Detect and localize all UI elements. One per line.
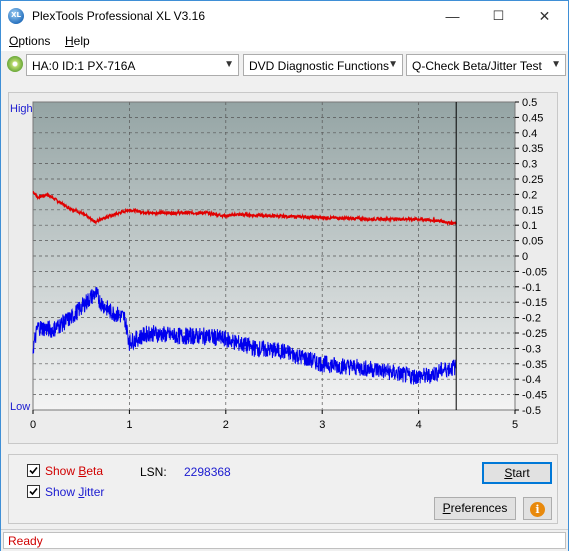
app-icon-text: XL — [11, 11, 21, 19]
x-tick-label: 0 — [30, 419, 36, 431]
plextools-app-icon[interactable]: XL — [8, 8, 24, 24]
y-tick-label: -0.35 — [522, 359, 547, 371]
y-tick-label: 0 — [522, 251, 528, 263]
y-tick-label: -0.5 — [522, 405, 541, 417]
menu-help[interactable]: Help — [65, 34, 90, 48]
y-tick-label: 0.35 — [522, 143, 543, 155]
chart-panel: High Low 0.5 0.45 0.4 0.35 0.3 0.25 0.2 0.15 0.1… — [8, 92, 558, 444]
title-bar[interactable]: XL PlexTools Professional XL V3.16 — ☐ ✕ — [1, 1, 568, 31]
function-select[interactable]: DVD Diagnostic Functions ▼ — [243, 54, 403, 76]
x-ticks: 0 1 2 3 4 5 — [30, 410, 518, 431]
menu-help-rest: elp — [73, 34, 90, 48]
y-tick-label: 0.45 — [522, 112, 543, 124]
status-text: Ready — [8, 534, 43, 548]
x-tick-label: 5 — [512, 419, 518, 431]
y-tick-label: 0.05 — [522, 236, 543, 248]
y-tick-label: -0.4 — [522, 374, 541, 386]
info-button[interactable]: i — [523, 497, 552, 520]
chevron-down-icon: ▼ — [551, 59, 561, 70]
show-jitter-label[interactable]: Show Jitter — [45, 485, 104, 499]
y-ticks: 0.5 0.45 0.4 0.35 0.3 0.25 0.2 0.15 0.1 0.05 0 -0.0… — [515, 97, 547, 417]
menu-options-rest: ptions — [18, 34, 51, 48]
lsn-value: 2298368 — [184, 465, 231, 479]
y-tick-label: -0.3 — [522, 343, 541, 355]
menu-bar: Options Help — [1, 31, 568, 51]
preferences-accel: P — [442, 501, 451, 515]
y-tick-label: -0.15 — [522, 297, 547, 309]
show-beta-checkbox[interactable] — [27, 464, 40, 477]
y-tick-label: 0.4 — [522, 128, 537, 140]
drive-select-value: HA:0 ID:1 PX-716A — [32, 59, 136, 73]
y-tick-label: 0.3 — [522, 159, 537, 171]
show-beta-pre: Show — [45, 464, 79, 478]
checkmark-icon — [29, 487, 38, 496]
y-tick-label: 0.15 — [522, 205, 543, 217]
y-tick-label: 0.2 — [522, 189, 537, 201]
status-bar: Ready — [1, 529, 568, 551]
start-button[interactable]: Start — [482, 462, 552, 484]
menu-help-accel: H — [65, 34, 74, 48]
checkmark-icon — [29, 466, 38, 475]
lsn-label: LSN: — [140, 465, 167, 479]
grid — [32, 101, 516, 411]
start-rest: tart — [512, 466, 530, 480]
show-jitter-checkbox[interactable] — [27, 485, 40, 498]
info-icon: i — [530, 502, 545, 517]
drive-select[interactable]: HA:0 ID:1 PX-716A ▼ — [26, 54, 239, 76]
x-tick-label: 1 — [126, 419, 132, 431]
show-beta-label[interactable]: Show Beta — [45, 464, 103, 478]
y-tick-label: -0.2 — [522, 313, 541, 325]
status-panel: Ready — [3, 532, 566, 549]
y-tick-label: -0.1 — [522, 282, 541, 294]
show-jitter-pre: Show — [45, 485, 79, 499]
x-tick-label: 3 — [319, 419, 325, 431]
test-select-value: Q-Check Beta/Jitter Test — [412, 59, 542, 73]
y-tick-label: -0.05 — [522, 266, 547, 278]
options-panel: Show Beta Show Jitter LSN: 2298368 Start… — [8, 454, 558, 524]
y-tick-label: -0.45 — [522, 390, 547, 402]
y-tick-label: 0.25 — [522, 174, 543, 186]
show-beta-rest: eta — [86, 464, 104, 478]
preferences-button[interactable]: Preferences — [434, 497, 516, 520]
test-select[interactable]: Q-Check Beta/Jitter Test ▼ — [406, 54, 566, 76]
close-button[interactable]: ✕ — [522, 1, 567, 31]
maximize-button[interactable]: ☐ — [476, 1, 521, 31]
beta-jitter-chart: 0.5 0.45 0.4 0.35 0.3 0.25 0.2 0.15 0.1 0.05 0 -0.0… — [30, 97, 547, 431]
y-tick-label: -0.25 — [522, 328, 547, 340]
disc-drive-icon — [7, 56, 23, 72]
chevron-down-icon: ▼ — [224, 59, 234, 70]
preferences-rest: references — [450, 501, 508, 515]
minimize-button[interactable]: — — [430, 1, 475, 31]
y-tick-label: 0.1 — [522, 220, 537, 232]
y-tick-label: 0.5 — [522, 97, 537, 109]
app-window: XL PlexTools Professional XL V3.16 — ☐ ✕… — [0, 0, 569, 551]
menu-options[interactable]: Options — [9, 34, 50, 48]
x-tick-label: 2 — [223, 419, 229, 431]
show-jitter-rest: itter — [84, 485, 105, 499]
function-select-value: DVD Diagnostic Functions — [249, 59, 390, 73]
chevron-down-icon: ▼ — [388, 59, 398, 70]
x-tick-label: 4 — [416, 419, 422, 431]
toolbar: HA:0 ID:1 PX-716A ▼ DVD Diagnostic Funct… — [1, 52, 568, 80]
window-title: PlexTools Professional XL V3.16 — [32, 9, 205, 23]
menu-options-accel: O — [9, 34, 19, 48]
